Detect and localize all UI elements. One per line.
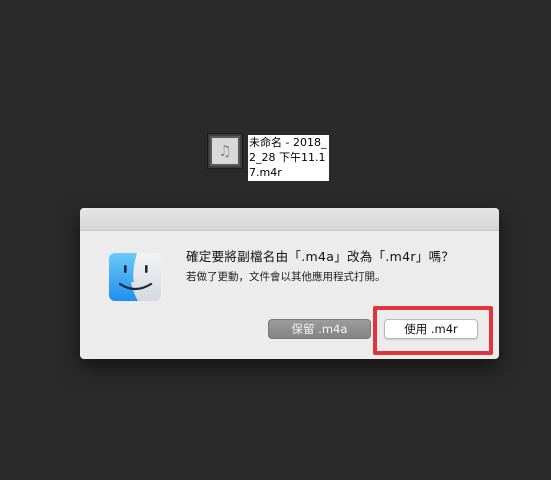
rename-extension-dialog: 確定要將副檔名由「.m4a」改為「.m4r」嗎？ 若做了更動，文件會以其他應用程… bbox=[80, 208, 499, 359]
dialog-titlebar bbox=[80, 208, 499, 231]
dialog-message: 若做了更動，文件會以其他應用程式打開。 bbox=[186, 271, 386, 283]
use-m4r-button[interactable]: 使用 .m4r bbox=[384, 319, 478, 339]
dialog-title: 確定要將副檔名由「.m4a」改為「.m4r」嗎？ bbox=[186, 249, 455, 264]
file-name-label[interactable]: 未命名 - 2018_2_28 下午11.17.m4r bbox=[248, 135, 329, 181]
music-file-icon[interactable]: ♫ bbox=[207, 133, 243, 169]
finder-icon bbox=[109, 253, 161, 301]
keep-m4a-button[interactable]: 保留 .m4a bbox=[268, 319, 371, 339]
music-note-icon: ♫ bbox=[212, 138, 238, 164]
